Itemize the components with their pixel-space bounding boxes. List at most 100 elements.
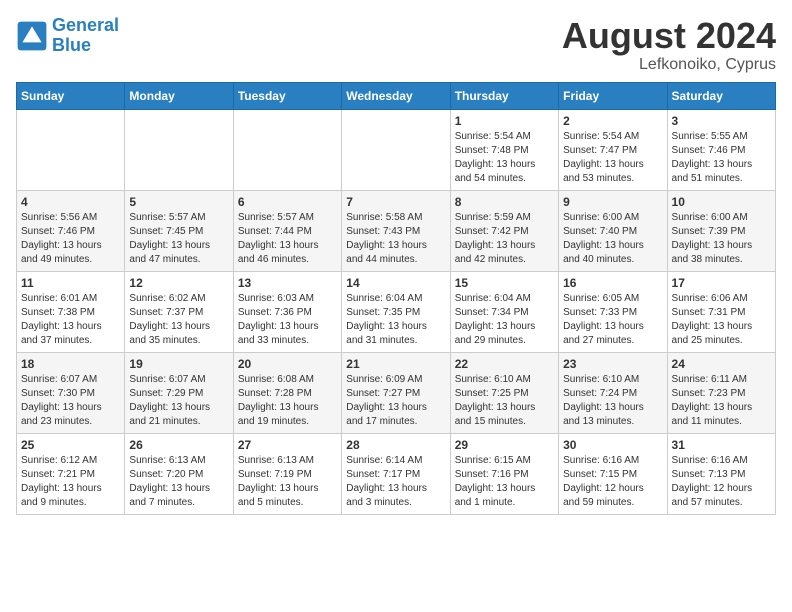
day-cell: 30Sunrise: 6:16 AM Sunset: 7:15 PM Dayli… <box>559 433 667 514</box>
day-cell: 20 Sunrise: 6:08 AM Sunset: 7:28 PM Dayli… <box>233 352 341 433</box>
day-cell: 5Sunrise: 5:57 AM Sunset: 7:45 PM Daylig… <box>125 190 233 271</box>
weekday-tuesday: Tuesday <box>233 82 341 109</box>
day-number: 4 <box>21 195 120 209</box>
day-info: Sunrise: 6:05 AM Sunset: 7:33 PM Dayligh… <box>563 292 662 348</box>
weekday-friday: Friday <box>559 82 667 109</box>
day-info: Sunrise: 6:09 AM Sunset: 7:27 PM Dayligh… <box>346 373 445 429</box>
weekday-thursday: Thursday <box>450 82 558 109</box>
day-cell: 1Sunrise: 5:54 AM Sunset: 7:48 PM Daylig… <box>450 109 558 190</box>
day-info: Sunrise: 6:03 AM Sunset: 7:36 PM Dayligh… <box>238 292 337 348</box>
weekday-saturday: Saturday <box>667 82 775 109</box>
day-info: Sunrise: 5:54 AM Sunset: 7:48 PM Dayligh… <box>455 130 554 186</box>
location: Lefkonoiko, Cyprus <box>562 56 776 74</box>
day-cell: 11 Sunrise: 6:01 AM Sunset: 7:38 PM Dayli… <box>17 271 125 352</box>
day-number: 24 <box>672 357 771 371</box>
day-cell: 10 Sunrise: 6:00 AM Sunset: 7:39 PM Dayli… <box>667 190 775 271</box>
week-row-4: 18 Sunrise: 6:07 AM Sunset: 7:30 PM Dayli… <box>17 352 776 433</box>
day-info: Sunrise: 6:10 AM Sunset: 7:24 PM Dayligh… <box>563 373 662 429</box>
day-info: Sunrise: 5:57 AM Sunset: 7:45 PM Dayligh… <box>129 211 228 267</box>
day-cell: 3 Sunrise: 5:55 AM Sunset: 7:46 PM Daylig… <box>667 109 775 190</box>
day-cell: 26 Sunrise: 6:13 AM Sunset: 7:20 PM Dayli… <box>125 433 233 514</box>
week-row-1: 1Sunrise: 5:54 AM Sunset: 7:48 PM Daylig… <box>17 109 776 190</box>
day-number: 23 <box>563 357 662 371</box>
month-year: August 2024 <box>562 16 776 56</box>
day-number: 27 <box>238 438 337 452</box>
day-number: 10 <box>672 195 771 209</box>
day-cell <box>125 109 233 190</box>
calendar-body: 1Sunrise: 5:54 AM Sunset: 7:48 PM Daylig… <box>17 109 776 514</box>
day-number: 2 <box>563 114 662 128</box>
calendar-header: SundayMondayTuesdayWednesdayThursdayFrid… <box>17 82 776 109</box>
day-cell: 21 Sunrise: 6:09 AM Sunset: 7:27 PM Dayli… <box>342 352 450 433</box>
day-number: 13 <box>238 276 337 290</box>
logo-line2: Blue <box>52 35 91 55</box>
day-cell <box>233 109 341 190</box>
page-header: General Blue August 2024 Lefkonoiko, Cyp… <box>16 16 776 74</box>
day-info: Sunrise: 5:55 AM Sunset: 7:46 PM Dayligh… <box>672 130 771 186</box>
day-info: Sunrise: 6:00 AM Sunset: 7:40 PM Dayligh… <box>563 211 662 267</box>
day-info: Sunrise: 6:13 AM Sunset: 7:19 PM Dayligh… <box>238 454 337 510</box>
day-cell: 15 Sunrise: 6:04 AM Sunset: 7:34 PM Dayli… <box>450 271 558 352</box>
day-info: Sunrise: 6:04 AM Sunset: 7:34 PM Dayligh… <box>455 292 554 348</box>
day-info: Sunrise: 6:08 AM Sunset: 7:28 PM Dayligh… <box>238 373 337 429</box>
weekday-monday: Monday <box>125 82 233 109</box>
day-number: 6 <box>238 195 337 209</box>
day-number: 9 <box>563 195 662 209</box>
day-number: 21 <box>346 357 445 371</box>
day-cell: 2Sunrise: 5:54 AM Sunset: 7:47 PM Daylig… <box>559 109 667 190</box>
day-info: Sunrise: 6:07 AM Sunset: 7:30 PM Dayligh… <box>21 373 120 429</box>
logo-line1: General <box>52 15 119 35</box>
day-cell: 16 Sunrise: 6:05 AM Sunset: 7:33 PM Dayli… <box>559 271 667 352</box>
day-number: 22 <box>455 357 554 371</box>
day-cell: 12Sunrise: 6:02 AM Sunset: 7:37 PM Dayli… <box>125 271 233 352</box>
day-info: Sunrise: 5:56 AM Sunset: 7:46 PM Dayligh… <box>21 211 120 267</box>
day-info: Sunrise: 5:58 AM Sunset: 7:43 PM Dayligh… <box>346 211 445 267</box>
day-number: 25 <box>21 438 120 452</box>
day-info: Sunrise: 6:12 AM Sunset: 7:21 PM Dayligh… <box>21 454 120 510</box>
day-info: Sunrise: 6:07 AM Sunset: 7:29 PM Dayligh… <box>129 373 228 429</box>
day-cell: 24 Sunrise: 6:11 AM Sunset: 7:23 PM Dayli… <box>667 352 775 433</box>
day-number: 17 <box>672 276 771 290</box>
day-info: Sunrise: 6:04 AM Sunset: 7:35 PM Dayligh… <box>346 292 445 348</box>
day-info: Sunrise: 6:00 AM Sunset: 7:39 PM Dayligh… <box>672 211 771 267</box>
week-row-5: 25 Sunrise: 6:12 AM Sunset: 7:21 PM Dayli… <box>17 433 776 514</box>
day-number: 26 <box>129 438 228 452</box>
weekday-wednesday: Wednesday <box>342 82 450 109</box>
day-number: 15 <box>455 276 554 290</box>
day-number: 11 <box>21 276 120 290</box>
day-info: Sunrise: 6:14 AM Sunset: 7:17 PM Dayligh… <box>346 454 445 510</box>
day-info: Sunrise: 6:16 AM Sunset: 7:15 PM Dayligh… <box>563 454 662 510</box>
day-info: Sunrise: 6:01 AM Sunset: 7:38 PM Dayligh… <box>21 292 120 348</box>
day-info: Sunrise: 5:57 AM Sunset: 7:44 PM Dayligh… <box>238 211 337 267</box>
day-cell: 19Sunrise: 6:07 AM Sunset: 7:29 PM Dayli… <box>125 352 233 433</box>
day-cell: 13 Sunrise: 6:03 AM Sunset: 7:36 PM Dayli… <box>233 271 341 352</box>
day-cell: 27 Sunrise: 6:13 AM Sunset: 7:19 PM Dayli… <box>233 433 341 514</box>
day-number: 14 <box>346 276 445 290</box>
day-info: Sunrise: 6:11 AM Sunset: 7:23 PM Dayligh… <box>672 373 771 429</box>
day-cell: 4 Sunrise: 5:56 AM Sunset: 7:46 PM Daylig… <box>17 190 125 271</box>
day-cell: 25 Sunrise: 6:12 AM Sunset: 7:21 PM Dayli… <box>17 433 125 514</box>
day-cell: 7 Sunrise: 5:58 AM Sunset: 7:43 PM Daylig… <box>342 190 450 271</box>
logo: General Blue <box>16 16 119 56</box>
weekday-row: SundayMondayTuesdayWednesdayThursdayFrid… <box>17 82 776 109</box>
weekday-sunday: Sunday <box>17 82 125 109</box>
day-info: Sunrise: 6:10 AM Sunset: 7:25 PM Dayligh… <box>455 373 554 429</box>
day-info: Sunrise: 5:59 AM Sunset: 7:42 PM Dayligh… <box>455 211 554 267</box>
day-number: 3 <box>672 114 771 128</box>
day-number: 16 <box>563 276 662 290</box>
day-number: 18 <box>21 357 120 371</box>
day-cell: 29Sunrise: 6:15 AM Sunset: 7:16 PM Dayli… <box>450 433 558 514</box>
day-info: Sunrise: 6:16 AM Sunset: 7:13 PM Dayligh… <box>672 454 771 510</box>
day-info: Sunrise: 6:13 AM Sunset: 7:20 PM Dayligh… <box>129 454 228 510</box>
day-cell: 14 Sunrise: 6:04 AM Sunset: 7:35 PM Dayli… <box>342 271 450 352</box>
day-cell: 8Sunrise: 5:59 AM Sunset: 7:42 PM Daylig… <box>450 190 558 271</box>
day-cell <box>17 109 125 190</box>
day-cell: 17 Sunrise: 6:06 AM Sunset: 7:31 PM Dayli… <box>667 271 775 352</box>
day-cell: 28Sunrise: 6:14 AM Sunset: 7:17 PM Dayli… <box>342 433 450 514</box>
day-cell: 9 Sunrise: 6:00 AM Sunset: 7:40 PM Daylig… <box>559 190 667 271</box>
day-number: 7 <box>346 195 445 209</box>
day-info: Sunrise: 6:06 AM Sunset: 7:31 PM Dayligh… <box>672 292 771 348</box>
calendar-table: SundayMondayTuesdayWednesdayThursdayFrid… <box>16 82 776 515</box>
week-row-2: 4 Sunrise: 5:56 AM Sunset: 7:46 PM Daylig… <box>17 190 776 271</box>
day-number: 20 <box>238 357 337 371</box>
